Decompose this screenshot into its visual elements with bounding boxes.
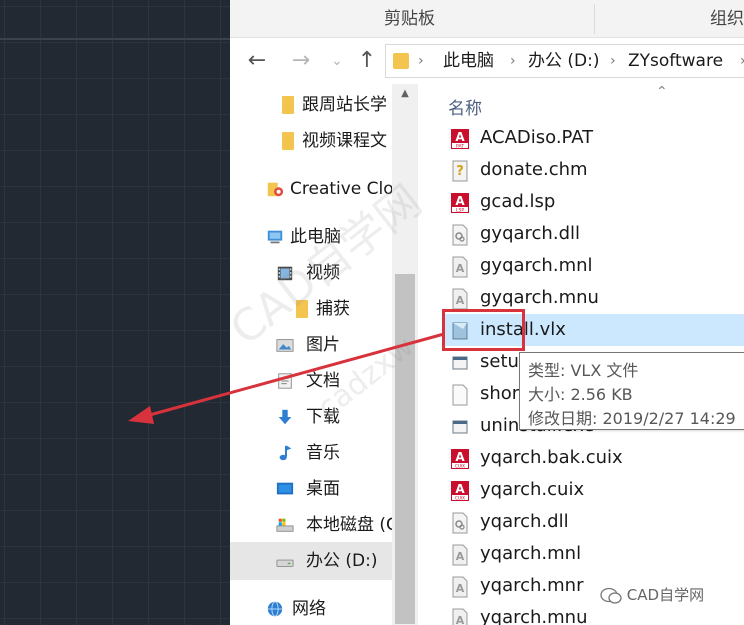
file-row[interactable]: A gyqarch.mnl (442, 250, 744, 282)
ribbon-group-organize: 组织 (710, 9, 744, 29)
video-library-icon (277, 266, 293, 281)
svg-text:A: A (456, 294, 465, 307)
svg-text:A: A (455, 482, 465, 496)
folder-icon (393, 53, 409, 69)
file-row[interactable]: yqarch.dll (442, 506, 744, 538)
cad-drawing-area[interactable] (0, 0, 230, 625)
chevron-right-icon[interactable]: › (510, 45, 516, 77)
chevron-right-icon[interactable]: › (740, 45, 744, 77)
file-info-tooltip: 类型: VLX 文件 大小: 2.56 KB 修改日期: 2019/2/27 1… (519, 352, 744, 430)
autocad-cuix-icon: A CUIX (451, 481, 469, 501)
folder-icon (282, 132, 294, 150)
folder-icon (296, 300, 308, 318)
desktop-icon (276, 482, 294, 495)
breadcrumb-this-pc[interactable]: 此电脑 (443, 45, 494, 77)
svg-text:PAT: PAT (456, 143, 464, 149)
column-header-name[interactable]: 名称 (448, 94, 482, 119)
svg-text:CUIX: CUIX (455, 463, 465, 468)
cad-toolbar-edge (0, 0, 230, 40)
back-arrow-icon[interactable]: ← (242, 46, 272, 76)
ribbon-bar: 剪贴板 组织 (230, 0, 744, 38)
svg-text:A: A (455, 450, 465, 464)
watermark-text: CAD自学网 (626, 586, 705, 604)
music-icon (279, 445, 292, 461)
autocad-file-icon: A (452, 576, 468, 598)
network-icon (267, 601, 283, 617)
svg-text:A: A (456, 582, 465, 595)
local-disk-icon (276, 518, 294, 532)
ribbon-group-clipboard: 剪贴板 (384, 9, 435, 29)
up-arrow-icon[interactable]: ↑ (352, 46, 382, 76)
autocad-file-icon: A (452, 256, 468, 278)
forward-arrow-icon[interactable]: → (286, 46, 316, 76)
svg-text:A: A (456, 550, 465, 563)
autocad-file-icon: A (452, 608, 468, 625)
download-icon (278, 409, 292, 425)
help-file-icon: ? (452, 160, 468, 182)
sort-ascending-chevron-icon: ⌃ (656, 84, 668, 100)
file-row[interactable]: A PAT ACADiso.PAT (442, 122, 744, 154)
breadcrumb-zysoftware[interactable]: ZYsoftware (628, 45, 723, 77)
scrollbar-thumb[interactable] (395, 274, 415, 624)
svg-text:?: ? (456, 164, 464, 179)
recent-locations-chevron-icon[interactable]: ⌄ (322, 46, 352, 76)
blank-file-icon (452, 384, 468, 406)
file-row[interactable]: gyqarch.dll (442, 218, 744, 250)
file-row[interactable]: A yqarch.mnl (442, 538, 744, 570)
setup-icon (452, 420, 468, 434)
setup-icon (452, 356, 468, 370)
ribbon-separator (594, 4, 595, 34)
file-row[interactable]: A LSP gcad.lsp (442, 186, 744, 218)
svg-text:A: A (456, 614, 465, 625)
wechat-watermark: CAD自学网 (600, 583, 704, 607)
autocad-lsp-icon: A LSP (451, 193, 469, 213)
pictures-icon (276, 339, 294, 352)
breadcrumb-drive-d[interactable]: 办公 (D:) (528, 45, 600, 77)
nav-item-drive-d[interactable]: 办公 (D:) (230, 542, 392, 580)
documents-icon (278, 373, 292, 389)
autocad-file-icon: A (452, 544, 468, 566)
autocad-cuix-icon: A CUIX (451, 449, 469, 469)
svg-text:A: A (455, 194, 465, 208)
folder-icon (282, 96, 294, 114)
computer-icon (267, 230, 283, 244)
annotation-highlight-box (442, 309, 525, 351)
svg-text:CUIX: CUIX (455, 495, 465, 500)
file-row[interactable]: A CUIX yqarch.cuix (442, 474, 744, 506)
drive-icon (276, 559, 294, 567)
svg-text:A: A (455, 130, 465, 144)
tooltip-type: 类型: VLX 文件 (528, 361, 639, 380)
tooltip-size: 大小: 2.56 KB (528, 385, 633, 404)
chevron-right-icon[interactable]: › (418, 45, 424, 77)
file-row[interactable]: A CUIX yqarch.bak.cuix (442, 442, 744, 474)
svg-text:LSP: LSP (456, 207, 464, 213)
file-row[interactable]: ? donate.chm (442, 154, 744, 186)
wechat-icon (600, 587, 622, 605)
address-bar[interactable]: › 此电脑 › 办公 (D:) › ZYsoftware › (385, 44, 744, 78)
dll-file-icon (452, 224, 468, 246)
navigation-pane-scrollbar[interactable]: ▲ (392, 84, 418, 625)
scroll-up-arrow-icon[interactable]: ▲ (392, 84, 418, 104)
creative-cloud-icon (267, 182, 284, 197)
tooltip-modified: 修改日期: 2019/2/27 14:29 (528, 409, 736, 428)
autocad-pat-icon: A PAT (451, 129, 469, 149)
dll-file-icon (452, 512, 468, 534)
chevron-right-icon[interactable]: › (610, 45, 616, 77)
autocad-file-icon: A (452, 288, 468, 310)
svg-text:A: A (456, 262, 465, 275)
navigation-bar: ← → ⌄ ↑ › 此电脑 › 办公 (D:) › ZYsoftware › (230, 38, 744, 84)
